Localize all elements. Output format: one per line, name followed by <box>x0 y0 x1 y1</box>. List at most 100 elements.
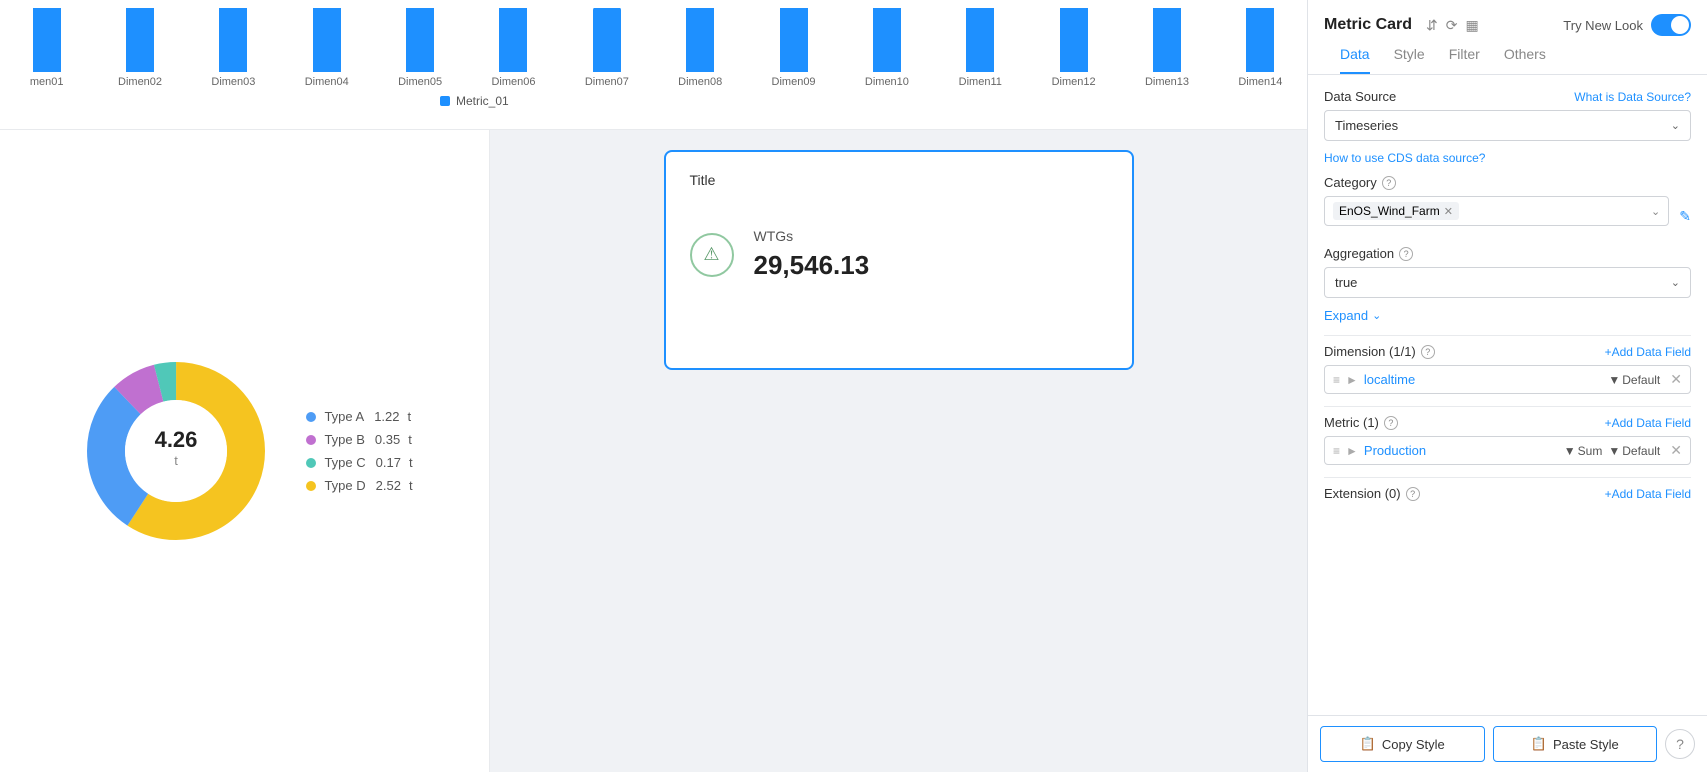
tab-style[interactable]: Style <box>1394 46 1425 74</box>
data-source-label: Data Source <box>1324 89 1396 104</box>
add-dimension-btn[interactable]: +Add Data Field <box>1605 345 1691 359</box>
divider-3 <box>1324 477 1691 478</box>
bar-chart-area: men01Dimen02Dimen03Dimen04Dimen05Dimen06… <box>0 0 1307 130</box>
legend-item-b: Type B 0.35 t <box>306 432 412 447</box>
bar-label: Dimen10 <box>865 76 909 88</box>
refresh-icon[interactable]: ⟳ <box>1446 17 1458 34</box>
data-source-dropdown[interactable]: Timeseries ⌄ <box>1324 110 1691 141</box>
bar-label: Dimen03 <box>211 76 255 88</box>
drag-handle-metric[interactable]: ≡ <box>1333 444 1340 458</box>
export-icon[interactable]: ▦ <box>1466 17 1479 34</box>
aggregation-row-header: Aggregation ? <box>1324 246 1691 261</box>
dimension-header: Dimension (1/1) ? +Add Data Field <box>1324 344 1691 359</box>
legend-unit-b: t <box>408 432 412 447</box>
copy-style-button[interactable]: 📋 Copy Style <box>1320 726 1485 762</box>
bar-label: Dimen09 <box>772 76 816 88</box>
tab-data[interactable]: Data <box>1340 46 1370 74</box>
paste-style-label: Paste Style <box>1553 737 1619 752</box>
metric-agg2-dropdown[interactable]: ▼ Default <box>1608 444 1660 458</box>
add-metric-btn[interactable]: +Add Data Field <box>1605 416 1691 430</box>
legend-label-d: Type D <box>324 478 365 493</box>
metric-card-title: Title <box>690 172 1108 188</box>
bar-item: Dimen10 <box>840 8 933 88</box>
try-new-look-toggle[interactable] <box>1651 14 1691 36</box>
bar <box>499 8 527 72</box>
metric-number: 29,546.13 <box>754 250 870 281</box>
dimension-remove-btn[interactable]: ✕ <box>1670 371 1682 388</box>
help-button[interactable]: ? <box>1665 729 1695 759</box>
bar-item: Dimen03 <box>187 8 280 88</box>
bar-item: Dimen13 <box>1120 8 1213 88</box>
right-header: Metric Card ⇵ ⟳ ▦ Try New Look Data Styl… <box>1308 0 1707 75</box>
right-header-title: Metric Card <box>1324 16 1412 34</box>
tag-remove-btn[interactable]: ✕ <box>1444 205 1453 218</box>
aggregation-value: true <box>1335 275 1357 290</box>
legend-color-a <box>306 412 316 422</box>
category-dropdown[interactable]: EnOS_Wind_Farm ✕ ⌄ <box>1324 196 1669 226</box>
paste-style-button[interactable]: 📋 Paste Style <box>1493 726 1658 762</box>
category-help-icon[interactable]: ? <box>1382 176 1396 190</box>
metric-field-name: Production <box>1364 443 1558 458</box>
bar <box>1246 8 1274 72</box>
extension-title: Extension (0) ? <box>1324 486 1420 501</box>
sort-icon[interactable]: ⇵ <box>1426 17 1438 34</box>
metric-agg1-dropdown[interactable]: ▼ Sum <box>1564 444 1603 458</box>
metric-remove-btn[interactable]: ✕ <box>1670 442 1682 459</box>
category-edit-icon[interactable]: ✎ <box>1679 208 1691 225</box>
dimension-field-name: localtime <box>1364 372 1602 387</box>
legend-label-c: Type C <box>324 455 365 470</box>
copy-style-icon: 📋 <box>1360 736 1376 752</box>
header-icons: ⇵ ⟳ ▦ <box>1426 17 1479 34</box>
legend-val-d: 2.52 <box>376 478 401 493</box>
data-source-link[interactable]: What is Data Source? <box>1574 90 1691 104</box>
category-chevron-icon: ⌄ <box>1651 205 1660 218</box>
aggregation-help-icon[interactable]: ? <box>1399 247 1413 261</box>
legend-unit-c: t <box>409 455 413 470</box>
bar-label: Dimen02 <box>118 76 162 88</box>
bar <box>406 8 434 72</box>
donut-panel: 4.26 t Type A 1.22 t Type B 0.35 t <box>0 130 490 772</box>
metric-help-icon[interactable]: ? <box>1384 416 1398 430</box>
expand-label: Expand <box>1324 308 1368 323</box>
bar-label: Dimen07 <box>585 76 629 88</box>
cursor-area <box>1324 513 1691 543</box>
drag-handle-dimension[interactable]: ≡ <box>1333 373 1340 387</box>
legend-item-a: Type A 1.22 t <box>306 409 412 424</box>
bar-item: Dimen02 <box>93 8 186 88</box>
metric-label: WTGs <box>754 228 870 244</box>
bottom-buttons: 📋 Copy Style 📋 Paste Style ? <box>1308 715 1707 772</box>
metric-dropdown-arrow2: ▼ <box>1608 444 1620 458</box>
tab-filter[interactable]: Filter <box>1449 46 1480 74</box>
cds-link[interactable]: How to use CDS data source? <box>1324 151 1691 165</box>
data-source-value: Timeseries <box>1335 118 1398 133</box>
legend-label-b: Type B <box>324 432 364 447</box>
metric-values: WTGs 29,546.13 <box>754 228 870 281</box>
legend-color-c <box>306 458 316 468</box>
bar <box>966 8 994 72</box>
add-extension-btn[interactable]: +Add Data Field <box>1605 487 1691 501</box>
data-source-row: Data Source What is Data Source? <box>1324 89 1691 104</box>
dimension-help-icon[interactable]: ? <box>1421 345 1435 359</box>
metric-warning-icon: ⚠ <box>690 233 734 277</box>
extension-help-icon[interactable]: ? <box>1406 487 1420 501</box>
bar <box>873 8 901 72</box>
expand-arrow-dimension[interactable]: ► <box>1346 373 1358 387</box>
metric-card: Title ⚠ WTGs 29,546.13 <box>664 150 1134 370</box>
expand-chevron-icon: ⌄ <box>1372 309 1381 322</box>
expand-row[interactable]: Expand ⌄ <box>1324 308 1691 323</box>
bar-item: Dimen05 <box>373 8 466 88</box>
aggregation-dropdown[interactable]: true ⌄ <box>1324 267 1691 298</box>
bar <box>1153 8 1181 72</box>
extension-header: Extension (0) ? +Add Data Field <box>1324 486 1691 501</box>
bar-label: Dimen14 <box>1238 76 1282 88</box>
dimension-agg-dropdown[interactable]: ▼ Default <box>1608 373 1660 387</box>
bar <box>219 8 247 72</box>
expand-arrow-metric[interactable]: ► <box>1346 444 1358 458</box>
bar-label: Dimen11 <box>959 76 1002 88</box>
donut-center-unit: t <box>175 453 179 468</box>
category-label: Category ? <box>1324 175 1396 190</box>
divider-1 <box>1324 335 1691 336</box>
bar-item: Dimen07 <box>560 8 653 88</box>
try-new-look-container: Try New Look <box>1563 14 1691 36</box>
tab-others[interactable]: Others <box>1504 46 1546 74</box>
